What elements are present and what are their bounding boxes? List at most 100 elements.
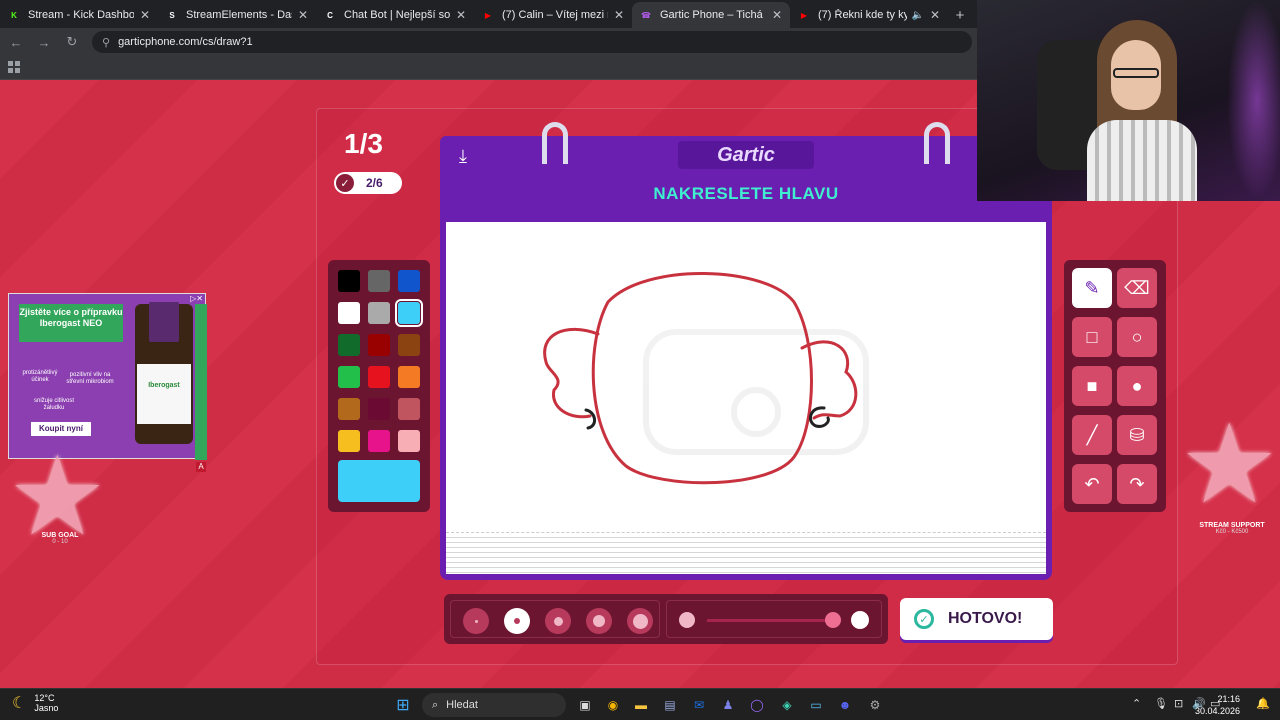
ad-feature: pozitivní vliv na střevní mikrobiom <box>66 372 114 385</box>
undo-icon[interactable]: ↶ <box>1072 464 1112 504</box>
weather-widget[interactable]: ☾ 12°C Jasno <box>12 693 58 713</box>
color-swatch[interactable] <box>368 302 390 324</box>
check-icon: ✓ <box>336 174 354 192</box>
glasses-icon <box>1113 68 1159 78</box>
color-swatch[interactable] <box>368 334 390 356</box>
sub-goal-value: 0 - 10 <box>52 539 68 545</box>
opacity-slider-track[interactable] <box>707 619 833 622</box>
brush-size-button[interactable] <box>504 608 530 634</box>
site-info-icon[interactable]: ⚲ <box>102 36 110 49</box>
microphone-icon[interactable]: 🎙 <box>1154 697 1168 710</box>
drawing-prompt: NAKRESLETE HLAVU <box>653 184 839 203</box>
opacity-slider-handle[interactable] <box>825 612 841 628</box>
color-swatch[interactable] <box>368 398 390 420</box>
color-swatch[interactable] <box>398 334 420 356</box>
brush-size-button[interactable] <box>586 608 612 634</box>
close-tab-icon[interactable]: ✕ <box>298 8 308 22</box>
color-swatch[interactable] <box>338 430 360 452</box>
circle-outline-icon[interactable]: ○ <box>1117 317 1157 357</box>
color-swatch[interactable] <box>398 430 420 452</box>
discord-icon[interactable]: ☻ <box>836 696 854 714</box>
new-tab-icon[interactable]: + <box>948 2 972 28</box>
app-icon[interactable]: ⚙ <box>866 696 884 714</box>
color-swatch[interactable] <box>368 366 390 388</box>
bottle-label: Iberogast <box>137 364 191 424</box>
bottle-cap <box>149 302 179 342</box>
close-tab-icon[interactable]: ✕ <box>930 8 940 22</box>
eraser-icon[interactable]: ⌫ <box>1117 268 1157 308</box>
network-icon[interactable]: ⊡ <box>1174 697 1183 710</box>
teams-icon[interactable]: ♟ <box>719 696 737 714</box>
color-swatch[interactable] <box>398 366 420 388</box>
app-icon[interactable]: ▭ <box>807 696 825 714</box>
outlook-icon[interactable]: ✉ <box>690 696 708 714</box>
tab-title: Gartic Phone – Tichá pošta <box>660 9 766 21</box>
binder-ring-icon <box>542 122 568 164</box>
close-tab-icon[interactable]: ✕ <box>456 8 466 22</box>
chrome-icon[interactable]: ◉ <box>604 696 622 714</box>
close-tab-icon[interactable]: ✕ <box>772 8 782 22</box>
product-bottle: Iberogast <box>135 302 193 444</box>
apps-grid-icon[interactable] <box>8 61 20 73</box>
store-icon[interactable]: ▤ <box>661 696 679 714</box>
url-field[interactable]: ⚲ garticphone.com/cs/draw?1 <box>92 31 972 53</box>
drawing-sketch <box>543 272 869 485</box>
bucket-icon[interactable]: ⛁ <box>1117 415 1157 455</box>
done-button[interactable]: ✓ HOTOVO! <box>900 598 1053 640</box>
browser-tab[interactable]: K Stream - Kick Dashboard ✕ <box>0 2 158 28</box>
pencil-icon[interactable]: ✎ <box>1072 268 1112 308</box>
app-icon[interactable]: ◈ <box>778 696 796 714</box>
browser-tab[interactable]: ▶ (7) Řekni kde ty kytky jsou🔈 ✕ <box>790 2 948 28</box>
color-swatch[interactable] <box>338 270 360 292</box>
forward-icon[interactable]: → <box>32 35 56 50</box>
color-swatch[interactable] <box>398 398 420 420</box>
ad-info-icon[interactable]: ▷✕ <box>190 294 203 303</box>
tab-title: StreamElements - Dashboard <box>186 9 292 21</box>
stream-support-label: STREAM SUPPORT Kč0 - Kč500 <box>1192 522 1272 535</box>
windows-taskbar: ☾ 12°C Jasno ⊞ ⌕ Hledat ▣ ◉ ▬ ▤ ✉ ♟ ◯ ◈ … <box>0 688 1280 720</box>
download-icon[interactable]: ⤓ <box>452 146 474 168</box>
close-tab-icon[interactable]: ✕ <box>614 8 624 22</box>
color-swatch[interactable] <box>395 299 423 327</box>
task-view-icon[interactable]: ▣ <box>576 696 594 714</box>
file-explorer-icon[interactable]: ▬ <box>632 696 650 714</box>
chevron-up-icon[interactable]: ⌃ <box>1132 697 1141 710</box>
done-button-label: HOTOVO! <box>948 610 1023 627</box>
clock[interactable]: 21:16 30.04.2026 <box>1195 693 1240 717</box>
taskbar-search[interactable]: ⌕ Hledat <box>422 693 566 717</box>
color-swatch[interactable] <box>398 270 420 292</box>
brush-size-button[interactable] <box>545 608 571 634</box>
color-swatch[interactable] <box>338 334 360 356</box>
rectangle-outline-icon[interactable]: □ <box>1072 317 1112 357</box>
browser-tab[interactable]: ☎ Gartic Phone – Tichá pošta ✕ <box>632 2 790 28</box>
app-icon[interactable]: ◯ <box>748 696 766 714</box>
browser-tab[interactable]: C Chat Bot | Nejlepší software pro ✕ <box>316 2 474 28</box>
circle-fill-icon[interactable]: ● <box>1117 366 1157 406</box>
close-tab-icon[interactable]: ✕ <box>140 8 150 22</box>
notifications-icon[interactable]: 🔔 <box>1256 697 1270 710</box>
browser-tab[interactable]: S StreamElements - Dashboard ✕ <box>158 2 316 28</box>
brush-size-button[interactable] <box>627 608 653 634</box>
audio-playing-icon[interactable]: 🔈 <box>911 10 923 21</box>
color-swatch[interactable] <box>338 366 360 388</box>
line-icon[interactable]: ╱ <box>1072 415 1112 455</box>
color-swatch[interactable] <box>338 302 360 324</box>
sub-goal-label: SUB GOAL 0 - 10 <box>30 532 90 545</box>
ad-buy-button[interactable]: Koupit nyní <box>31 422 91 436</box>
youtube-icon: ▶ <box>484 10 492 20</box>
star-icon: ★ <box>1180 403 1279 526</box>
reload-icon[interactable]: ↻ <box>60 34 84 50</box>
youtube-icon: ▶ <box>800 10 808 20</box>
windows-start-icon[interactable]: ⊞ <box>394 696 412 714</box>
browser-tab[interactable]: ▶ (7) Calin – Vítej mezi náma (fea ✕ <box>474 2 632 28</box>
back-icon[interactable]: ← <box>4 35 28 50</box>
color-swatch[interactable] <box>338 398 360 420</box>
drawing-canvas[interactable] <box>446 222 1046 550</box>
redo-icon[interactable]: ↷ <box>1117 464 1157 504</box>
color-swatch[interactable] <box>368 430 390 452</box>
rectangle-fill-icon[interactable]: ■ <box>1072 366 1112 406</box>
tab-title: Chat Bot | Nejlepší software pro <box>344 9 450 21</box>
brush-size-group <box>450 600 660 638</box>
brush-size-button[interactable] <box>463 608 489 634</box>
color-swatch[interactable] <box>368 270 390 292</box>
